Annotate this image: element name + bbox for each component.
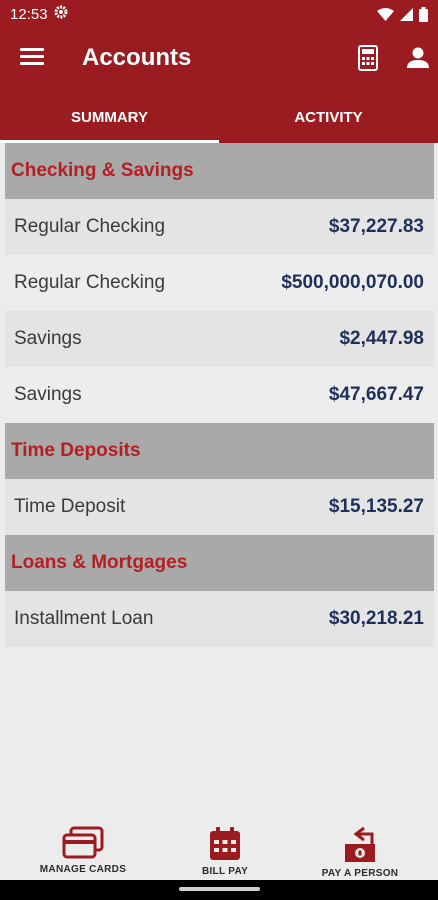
credit-card-icon: [62, 826, 104, 859]
accounts-list: Checking & Savings Regular Checking $37,…: [5, 143, 434, 647]
tab-activity[interactable]: ACTIVITY: [219, 90, 438, 143]
bill-pay-label: BILL PAY: [201, 866, 249, 877]
tab-summary[interactable]: SUMMARY: [0, 90, 219, 143]
calculator-icon[interactable]: [357, 45, 379, 71]
money-transfer-icon: [345, 826, 375, 862]
system-navigation-bar: [0, 880, 438, 900]
section-header-checking-savings: Checking & Savings: [5, 143, 434, 199]
app-header: 12:53 Accounts SUMMARY ACTIVITY: [0, 0, 438, 143]
account-row[interactable]: Savings $2,447.98: [5, 311, 434, 367]
signal-icon: [400, 7, 413, 21]
account-balance: $47,667.47: [328, 384, 424, 405]
status-time: 12:53: [10, 5, 48, 23]
bill-pay-button[interactable]: BILL PAY: [165, 820, 285, 877]
settings-gear-icon: [54, 5, 68, 23]
account-row[interactable]: Time Deposit $15,135.27: [5, 479, 434, 535]
account-balance: $30,218.21: [328, 608, 424, 629]
account-row[interactable]: Regular Checking $37,227.83: [5, 199, 434, 255]
account-row[interactable]: Installment Loan $30,218.21: [5, 591, 434, 647]
account-row[interactable]: Savings $47,667.47: [5, 367, 434, 423]
profile-person-icon[interactable]: [405, 46, 431, 70]
account-balance: $15,135.27: [328, 496, 424, 517]
account-name: Regular Checking: [14, 216, 166, 237]
calendar-icon: [210, 827, 240, 860]
account-name: Savings: [14, 384, 82, 405]
account-balance: $37,227.83: [328, 216, 424, 237]
account-balance: $500,000,070.00: [281, 272, 424, 293]
manage-cards-button[interactable]: MANAGE CARDS: [23, 820, 143, 875]
pay-a-person-label: PAY A PERSON: [321, 868, 399, 879]
section-header-time-deposits: Time Deposits: [5, 423, 434, 479]
wifi-icon: [377, 7, 394, 21]
account-name: Time Deposit: [14, 496, 126, 517]
bottom-navigation: MANAGE CARDS BILL PAY PAY A PERSON: [0, 820, 438, 884]
home-gesture-pill[interactable]: [179, 887, 260, 891]
account-row[interactable]: Regular Checking $500,000,070.00: [5, 255, 434, 311]
status-bar: 12:53: [0, 0, 438, 28]
account-name: Regular Checking: [14, 272, 166, 293]
account-name: Savings: [14, 328, 82, 349]
page-title: Accounts: [82, 44, 192, 71]
account-balance: $2,447.98: [339, 328, 424, 349]
app-bar: Accounts: [0, 28, 438, 90]
hamburger-menu-icon[interactable]: [20, 48, 44, 68]
status-icons: [377, 6, 428, 22]
battery-icon: [419, 6, 428, 22]
account-name: Installment Loan: [14, 608, 154, 629]
tab-bar: SUMMARY ACTIVITY: [0, 90, 438, 143]
pay-a-person-button[interactable]: PAY A PERSON: [300, 820, 420, 879]
manage-cards-label: MANAGE CARDS: [39, 864, 127, 875]
section-header-loans-mortgages: Loans & Mortgages: [5, 535, 434, 591]
